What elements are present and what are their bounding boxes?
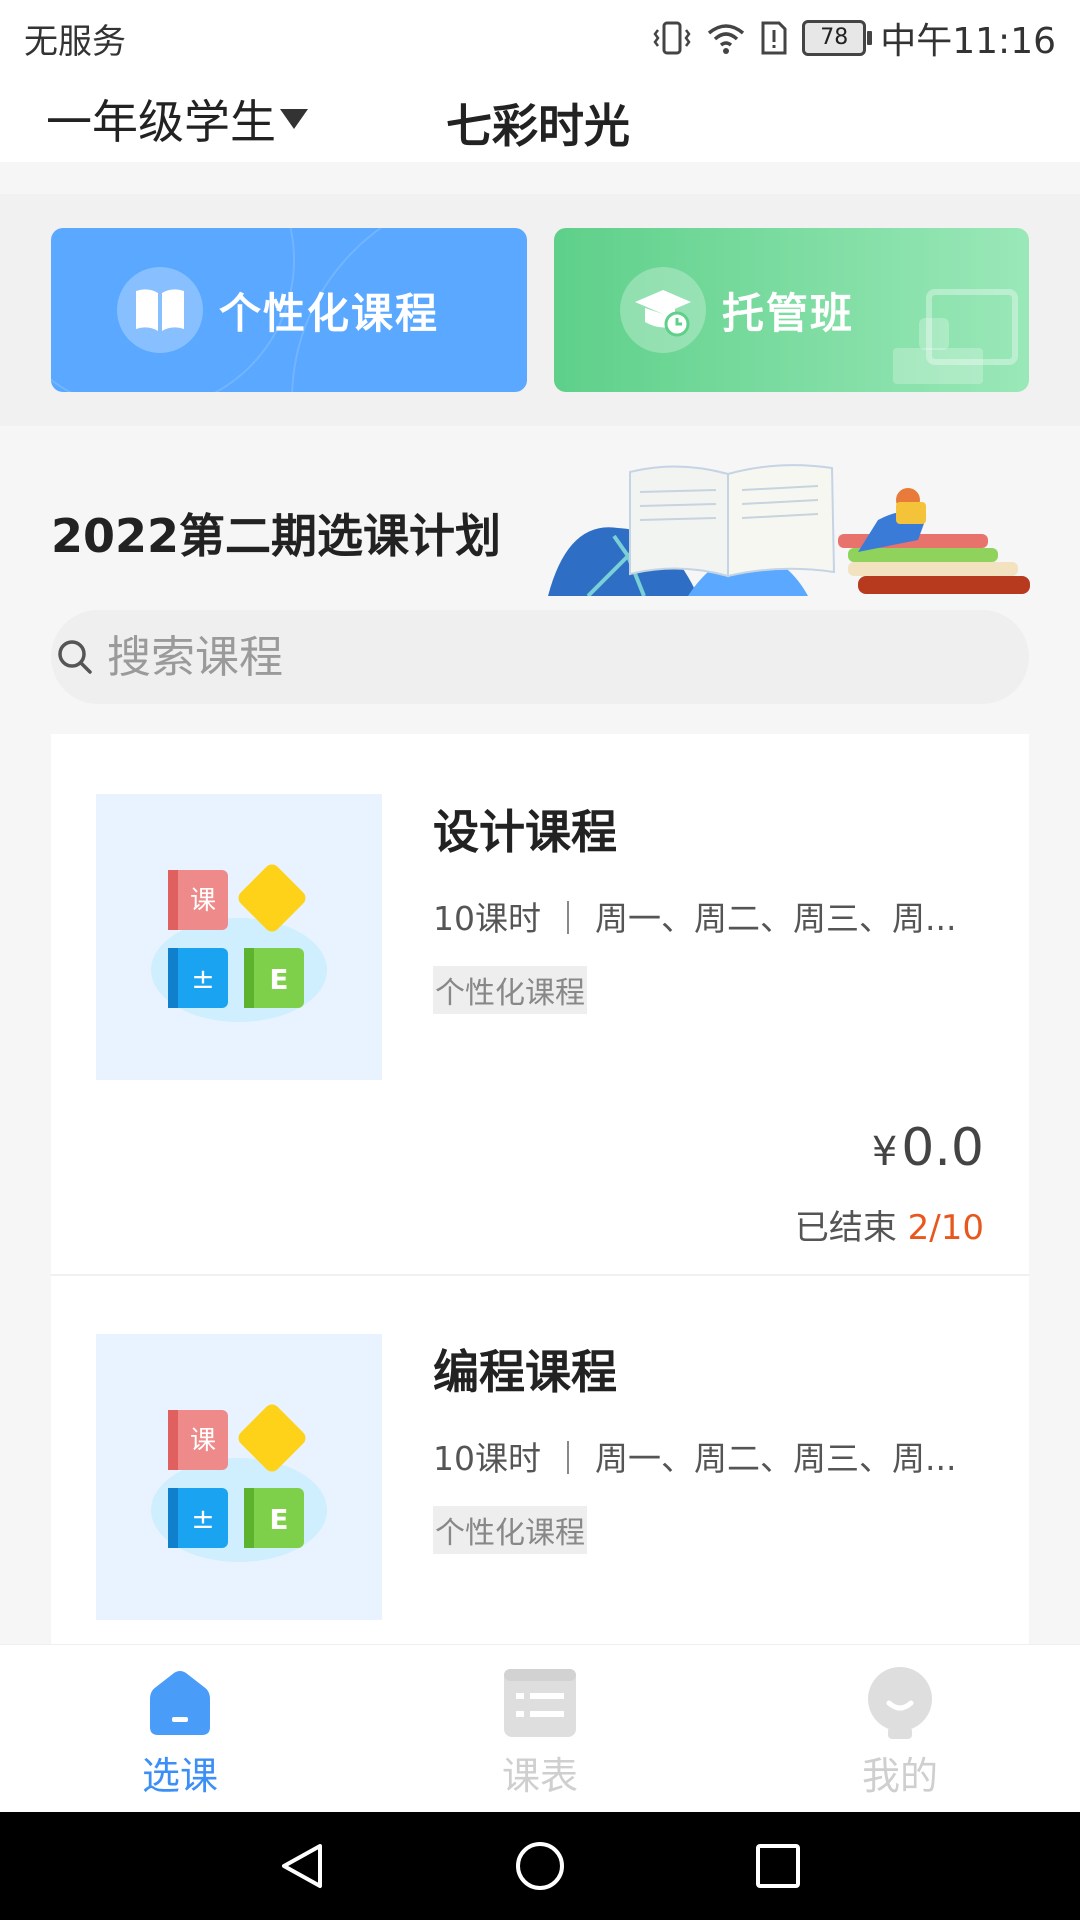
system-navigation-bar (0, 1812, 1080, 1920)
plan-title: 2022第二期选课计划 (51, 509, 502, 563)
back-icon[interactable] (276, 1840, 328, 1892)
thumb-ke-text: 课 (190, 886, 216, 916)
thumb-ke-text: 课 (190, 1426, 216, 1456)
course-title: 设计课程 (433, 805, 617, 859)
subjects-icon: 课 ± E (151, 864, 327, 1022)
carrier-text: 无服务 (24, 22, 126, 62)
search-icon (51, 633, 99, 681)
search-bar[interactable] (51, 610, 1029, 704)
wifi-icon (708, 24, 745, 54)
status-text: 已结束 (794, 1208, 897, 1248)
course-tag: 个性化课程 (433, 1506, 587, 1554)
home-circle-icon[interactable] (514, 1840, 566, 1892)
currency-symbol: ¥ (871, 1129, 898, 1175)
personalized-course-button[interactable]: 个性化课程 (51, 228, 527, 392)
clock: 中午11:16 (880, 21, 1056, 62)
thumb-pm-text: ± (191, 962, 214, 995)
tab-schedule[interactable]: 课表 (420, 1645, 660, 1813)
recents-icon[interactable] (754, 1842, 802, 1890)
sim-alert-icon (761, 21, 787, 55)
graduation-cap-icon (620, 267, 706, 353)
battery-icon: 78 (802, 20, 873, 56)
subjects-icon: 课 ± E (151, 1404, 327, 1562)
tab-select-course[interactable]: 选课 (60, 1645, 300, 1813)
course-list[interactable]: 课 ± E 设计课程 10课时 ｜ 周一、周二、周三、周... 个性化课程 ¥0… (51, 734, 1029, 1644)
card-decoration (51, 228, 295, 392)
search-input[interactable] (105, 630, 909, 684)
dropdown-arrow-icon (280, 109, 308, 129)
course-card[interactable]: 课 ± E 编程课程 10课时 ｜ 周一、周二、周三、周... 个性化课程 (51, 1276, 1029, 1644)
thumb-e-text: E (269, 963, 288, 996)
tab-label: 选课 (141, 1754, 218, 1798)
tab-label: 课表 (501, 1754, 578, 1798)
course-thumbnail: 课 ± E (96, 1334, 382, 1620)
desk-illustration-icon (893, 289, 1018, 384)
course-status: 已结束 2/10 (795, 1200, 984, 1249)
bottom-tab-bar: 选课 课表 我的 (0, 1644, 1080, 1813)
tab-label: 我的 (861, 1754, 938, 1798)
price-value: 0.0 (901, 1118, 984, 1178)
daycare-class-label: 托管班 (722, 288, 855, 338)
daycare-class-button[interactable]: 托管班 (554, 228, 1029, 392)
app-header: 一年级学生 七彩时光 (0, 76, 1080, 162)
tab-mine[interactable]: 我的 (780, 1645, 1020, 1813)
grade-selector[interactable]: 一年级学生 (46, 86, 308, 152)
home-icon (150, 1671, 210, 1735)
course-meta: 10课时 ｜ 周一、周二、周三、周... (433, 1439, 957, 1478)
course-card[interactable]: 课 ± E 设计课程 10课时 ｜ 周一、周二、周三、周... 个性化课程 ¥0… (51, 734, 1029, 1274)
course-thumbnail: 课 ± E (96, 794, 382, 1080)
status-bar: 无服务 78 中午11:16 (0, 0, 1080, 76)
course-price: ¥0.0 (872, 1118, 984, 1178)
grade-selector-label: 一年级学生 (46, 95, 276, 149)
card-decoration (291, 228, 527, 392)
page-title: 七彩时光 (446, 99, 630, 153)
thumb-e-text: E (269, 1503, 288, 1536)
enrolled-count: 2/10 (907, 1208, 984, 1248)
course-meta: 10课时 ｜ 周一、周二、周三、周... (433, 899, 957, 938)
course-tag: 个性化课程 (433, 966, 587, 1014)
list-icon (504, 1669, 576, 1737)
vibrate-icon (653, 21, 691, 55)
reading-illustration-icon (548, 464, 1030, 596)
course-title: 编程课程 (433, 1345, 617, 1399)
profile-icon (868, 1667, 932, 1739)
status-icons: 78 中午11:16 (652, 14, 1056, 62)
thumb-pm-text: ± (191, 1502, 214, 1535)
